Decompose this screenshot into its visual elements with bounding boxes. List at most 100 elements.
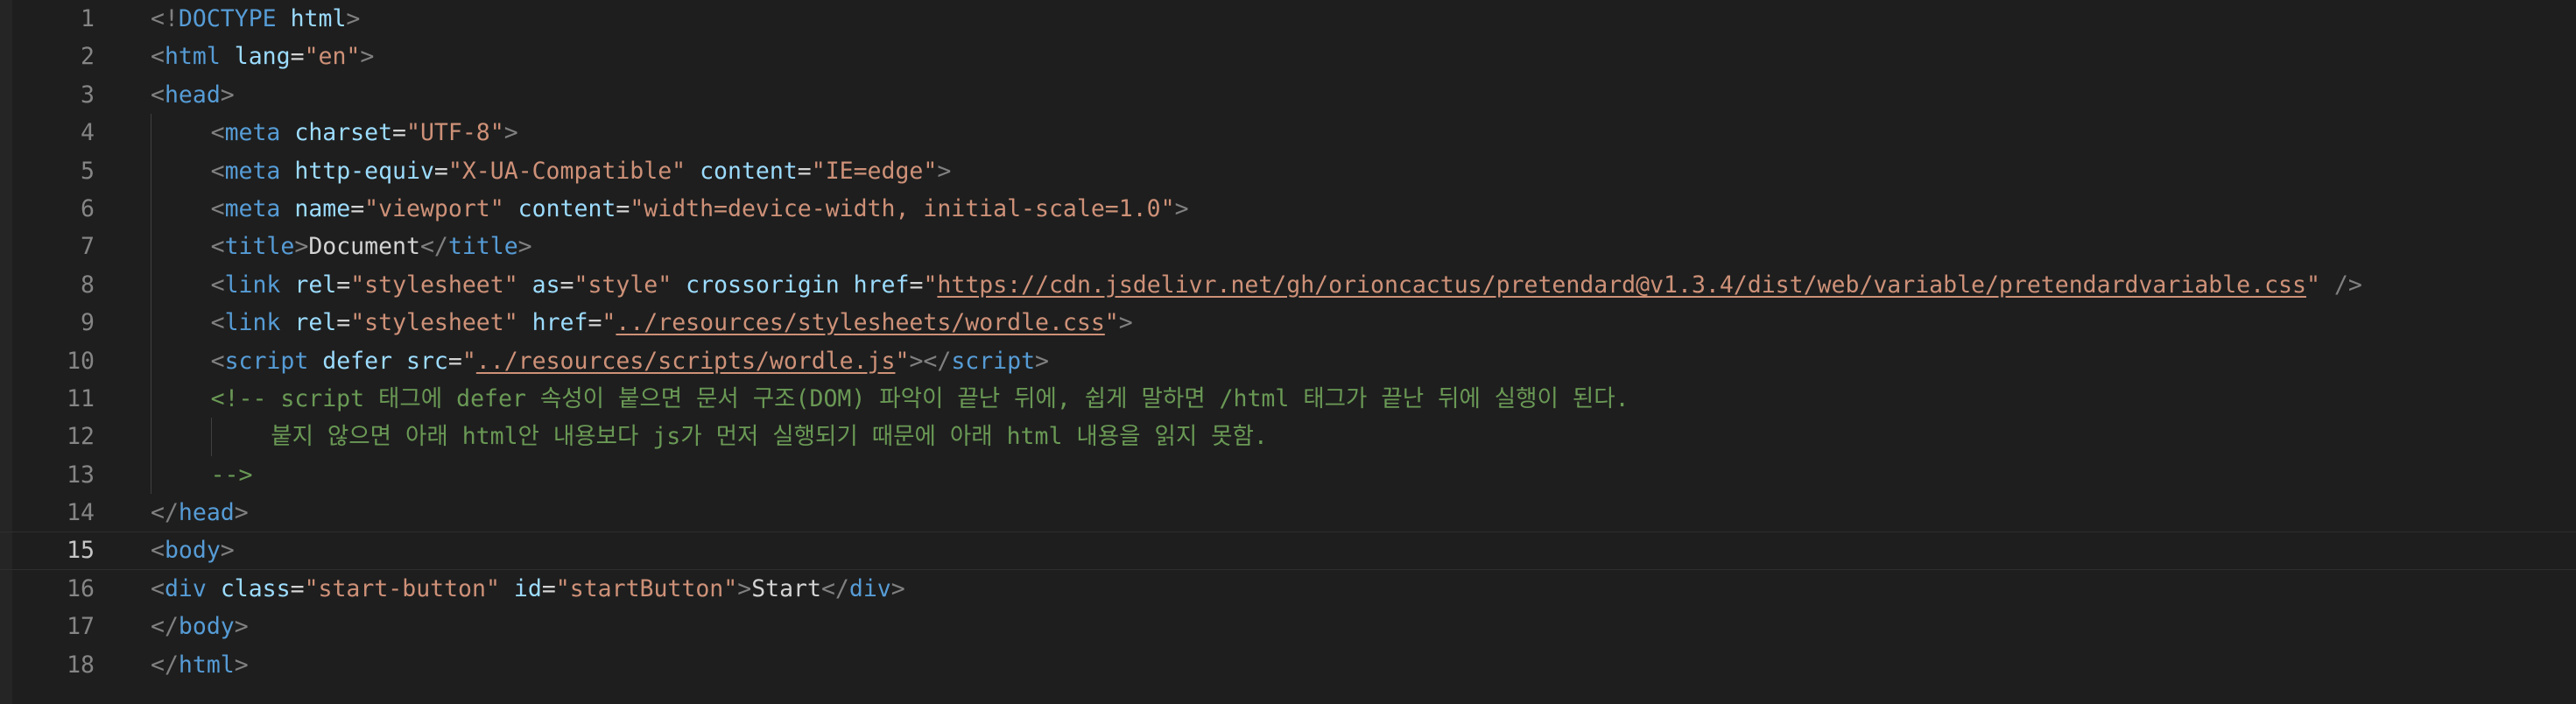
token-attr: as [531,271,560,299]
code-lines[interactable]: 1 <!DOCTYPE html> 2 <html lang="en"> 3 <head>… [0,0,2576,684]
line-content[interactable]: <link rel="stylesheet" as="style" crosso… [211,266,2362,304]
line-content[interactable]: <!-- script 태그에 defer 속성이 붙으면 문서 구조(DOM)… [211,380,1629,418]
line-content[interactable]: </head> [151,494,249,532]
token-bracket: ></ [909,347,952,375]
token-attr: src [406,347,448,375]
token-attr: defer [322,347,393,375]
token-str: "X-UA-Compatible" [447,157,686,185]
token-tag: DOCTYPE [178,5,277,32]
line-content[interactable]: <meta charset="UTF-8"> [211,114,518,151]
line-number: 2 [81,43,95,71]
token-str: "stylesheet" [350,271,518,299]
token-bracket: > [1174,194,1189,222]
code-line[interactable]: 5 <meta http-equiv="X-UA-Compatible" cont… [0,151,2576,190]
token-eq: = [433,157,448,185]
token-tag: head [164,81,221,109]
code-line[interactable]: 1 <!DOCTYPE html> [0,0,2576,38]
token-eq: = [447,347,462,375]
token-bracket: < [210,309,225,337]
token-bracket: </ [151,613,179,641]
line-content[interactable]: <head> [151,76,235,114]
line-content[interactable]: <!DOCTYPE html> [151,0,360,38]
token-eq: = [797,157,812,185]
token-attr: href [853,271,910,299]
code-editor[interactable]: 1 <!DOCTYPE html> 2 <html lang="en"> 3 <head>… [0,0,2576,704]
line-content[interactable]: <div class="start-button" id="startButto… [151,570,905,608]
line-number: 16 [67,574,95,602]
token-str: "startButton" [555,574,738,602]
line-number: 18 [67,651,95,679]
token-str: "en" [304,43,361,71]
token-str: "viewport" [364,194,504,222]
line-content[interactable]: <meta http-equiv="X-UA-Compatible" conte… [211,152,952,190]
code-line[interactable]: 2 <html lang="en"> [0,38,2576,75]
token-bracket: > [517,233,532,261]
code-line[interactable]: 10 <script defer src="../resources/script… [0,341,2576,380]
code-line[interactable]: 15 <body> [0,532,2576,569]
token-bracket: < [151,537,165,565]
token-str: "width=device-width, initial-scale=1.0" [630,194,1175,222]
line-number: 15 [67,537,95,565]
token-bracket: > [234,613,249,641]
token-tag: meta [224,157,281,185]
token-tag: title [224,233,295,261]
code-line[interactable]: 4 <meta charset="UTF-8"> [0,114,2576,152]
line-content[interactable]: </html> [151,646,249,684]
indent-guide [210,418,212,456]
token-link[interactable]: ../resources/stylesheets/wordle.css [616,309,1104,336]
token-bracket: > [737,574,752,602]
code-line[interactable]: 13 --> [0,455,2576,495]
token-attr: rel [294,309,337,337]
line-content[interactable]: <title>Document</title> [211,228,532,265]
token-eq: = [336,271,351,299]
token-tag: meta [224,119,281,147]
token-tag: body [164,537,221,565]
token-eq: = [909,271,924,299]
code-line[interactable]: 6 <meta name="viewport" content="width=de… [0,189,2576,229]
token-eq: = [336,309,351,337]
line-content[interactable]: 붙지 않으면 아래 html안 내용보다 js가 먼저 실행되기 때문에 아래 … [271,418,1268,455]
line-content[interactable]: <meta name="viewport" content="width=dev… [211,190,1189,228]
code-line[interactable]: 11 <!-- script 태그에 defer 속성이 붙으면 문서 구조(DO… [0,379,2576,419]
code-line[interactable]: 16 <div class="start-button" id="startBut… [0,570,2576,608]
token-tag: div [848,574,891,602]
code-line[interactable]: 8 <link rel="stylesheet" as="style" cross… [0,265,2576,305]
token-bracket: </ [151,651,179,679]
code-line[interactable]: 9 <link rel="stylesheet" href="../resourc… [0,304,2576,342]
token-eq: = [616,194,630,222]
token-bracket: </ [151,499,179,527]
token-bracket: > [503,119,518,147]
code-line[interactable]: 14 </head> [0,494,2576,532]
token-eq: = [290,574,305,602]
code-line[interactable]: 18 </html> [0,646,2576,684]
code-line[interactable]: 7 <title>Document</title> [0,228,2576,266]
token-str: " [1104,309,1119,337]
code-line[interactable]: 12 붙지 않으면 아래 html안 내용보다 js가 먼저 실행되기 때문에 아… [0,418,2576,456]
token-eq: = [392,119,407,147]
token-comment: <!-- script 태그에 defer 속성이 붙으면 문서 구조(DOM)… [210,384,1629,412]
token-tag: script [951,347,1036,375]
line-content[interactable]: <body> [151,532,235,569]
line-content[interactable]: <html lang="en"> [151,38,374,75]
line-number: 9 [81,309,95,337]
token-eq: = [541,574,556,602]
line-content[interactable]: --> [211,456,253,494]
code-line[interactable]: 3 <head> [0,76,2576,114]
token-link[interactable]: ../resources/scripts/wordle.js [476,348,896,375]
line-content[interactable]: <link rel="stylesheet" href="../resource… [211,304,1133,341]
token-str: "style" [574,271,672,299]
token-link[interactable]: https://cdn.jsdelivr.net/gh/orioncactus/… [937,271,2306,299]
code-line[interactable]: 17 </body> [0,608,2576,645]
line-number: 11 [67,384,95,412]
token-bracket: </ [820,574,849,602]
line-number: 3 [81,81,95,109]
line-content[interactable]: <script defer src="../resources/scripts/… [211,342,1049,380]
token-attr: content [700,157,798,185]
line-content[interactable]: </body> [151,608,249,645]
